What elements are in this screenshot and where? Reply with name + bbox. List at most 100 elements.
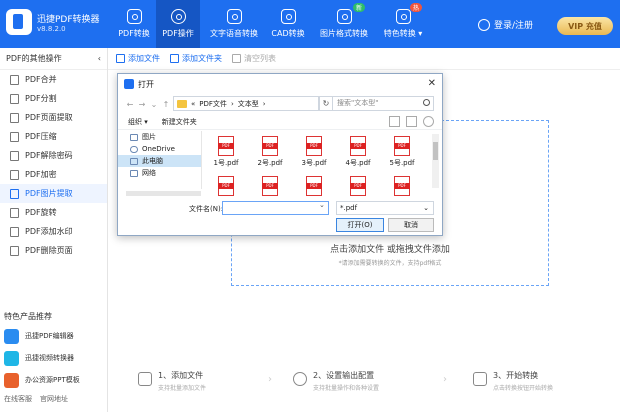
sidebar-item-image-extract[interactable]: PDF图片提取 — [0, 184, 107, 203]
promo-title: 特色产品推荐 — [4, 312, 52, 321]
sidebar-item-merge[interactable]: PDF合并 — [0, 70, 107, 89]
rotate-icon — [10, 207, 19, 218]
step-settings: 2、设置输出配置 支持批量操作和各种设置 — [293, 370, 379, 392]
add-folder-button[interactable]: 添加文件夹 — [170, 53, 222, 64]
open-file-dialog: 打开 ✕ ← → ⌄ ↑ « PDF文件 › 文本型 › ↻ 搜索"文本型" 组… — [117, 73, 443, 236]
convert-icon — [126, 9, 142, 24]
compress-icon — [10, 131, 19, 142]
file-list: 1号.pdf 2号.pdf 3号.pdf 4号.pdf 5号.pdf — [206, 134, 428, 196]
pdf-file-icon — [262, 176, 278, 196]
nav-pdf-convert[interactable]: PDF转换 — [112, 0, 156, 48]
add-file-icon — [116, 54, 125, 63]
app-small-logo-icon — [124, 79, 134, 89]
network-icon — [130, 169, 138, 177]
add-file-button[interactable]: 添加文件 — [116, 53, 160, 64]
close-icon[interactable]: ✕ — [428, 78, 436, 89]
step-convert: 3、开始转换 点击转换按钮开始转换 — [473, 370, 553, 392]
image-icon — [336, 9, 352, 24]
file-toolbar: 添加文件 添加文件夹 清空列表 — [108, 48, 620, 70]
dropzone-hint: 点击添加文件 或拖拽文件添加 — [330, 245, 450, 255]
video-converter-logo-icon — [4, 350, 19, 366]
trash-icon — [232, 54, 241, 63]
file-list-scrollbar[interactable] — [432, 134, 439, 188]
command-bar: 组织 ▾ 新建文件夹 — [118, 114, 442, 130]
sidebar-item-encrypt[interactable]: PDF加密 — [0, 165, 107, 184]
nav-cad-convert[interactable]: CAD转换 — [266, 0, 310, 48]
promo-pdf-editor[interactable]: 迅捷PDF编辑器 — [4, 327, 74, 345]
sidebar-item-remove-password[interactable]: PDF解除密码 — [0, 146, 107, 165]
file-item[interactable] — [294, 176, 334, 198]
nav-special-convert[interactable]: 热 特色转换 ▾ — [378, 0, 428, 48]
sidebar-item-watermark[interactable]: PDF添加水印 — [0, 222, 107, 241]
preview-pane-icon[interactable] — [406, 116, 417, 127]
nav-pane-pictures[interactable]: 图片 — [118, 131, 201, 143]
file-item[interactable] — [250, 176, 290, 198]
filename-input[interactable] — [222, 201, 329, 215]
gear-icon — [170, 9, 186, 24]
nav-text-speech[interactable]: 文字语音转换 — [204, 0, 264, 48]
open-button[interactable]: 打开(O) — [336, 218, 384, 232]
cancel-button[interactable]: 取消 — [388, 218, 434, 232]
scrollbar-thumb[interactable] — [433, 142, 438, 160]
chevron-down-icon[interactable]: ⌄ — [148, 100, 160, 109]
refresh-button[interactable]: ↻ — [319, 96, 333, 111]
convert-step-icon — [473, 372, 487, 386]
app-version: v8.8.2.0 — [37, 25, 66, 33]
forward-arrow-icon[interactable]: → — [136, 100, 148, 109]
new-folder-button[interactable]: 新建文件夹 — [162, 117, 197, 127]
chevron-down-icon: ⌄ — [423, 204, 429, 212]
app-name: 迅捷PDF转换器 — [37, 15, 100, 25]
search-input[interactable]: 搜索"文本型" — [332, 96, 434, 111]
pdf-file-icon — [306, 136, 322, 156]
promo-video-converter[interactable]: 迅捷视频转换器 — [4, 349, 74, 367]
file-item[interactable] — [206, 176, 246, 198]
pdf-file-icon — [350, 136, 366, 156]
pdf-file-icon — [262, 136, 278, 156]
sidebar-item-compress[interactable]: PDF压缩 — [0, 127, 107, 146]
file-item[interactable]: 4号.pdf — [338, 136, 378, 168]
pdf-file-icon — [394, 176, 410, 196]
file-item[interactable]: 2号.pdf — [250, 136, 290, 168]
pdf-file-icon — [350, 176, 366, 196]
cad-icon — [280, 9, 296, 24]
organize-menu[interactable]: 组织 ▾ — [128, 117, 148, 127]
file-item[interactable]: 1号.pdf — [206, 136, 246, 168]
sidebar: PDF的其他操作 ‹ PDF合并 PDF分割 PDF页面提取 PDF压缩 PDF… — [0, 48, 108, 412]
website-link[interactable]: 官网地址 — [40, 394, 68, 404]
nav-pane-onedrive[interactable]: OneDrive — [118, 143, 201, 155]
top-bar: 迅捷PDF转换器 v8.8.2.0 PDF转换 PDF操作 文字语音转换 CAD… — [0, 0, 620, 48]
filetype-select[interactable]: *.pdf ⌄ — [336, 201, 434, 215]
nav-pane-scrollbar[interactable] — [126, 191, 201, 196]
nav-pane-network[interactable]: 网络 — [118, 167, 201, 179]
pdf-file-icon — [306, 176, 322, 196]
chevron-down-icon[interactable]: ⌄ — [319, 201, 325, 209]
file-item[interactable]: 5号.pdf — [382, 136, 422, 168]
sidebar-item-delete-pages[interactable]: PDF删除页面 — [0, 241, 107, 260]
sidebar-header: PDF的其他操作 ‹ — [0, 48, 107, 70]
add-folder-icon — [170, 54, 179, 63]
online-service-link[interactable]: 在线客服 — [4, 394, 32, 404]
add-file-step-icon — [138, 372, 152, 386]
cloud-icon — [130, 145, 138, 153]
back-arrow-icon[interactable]: ← — [124, 100, 136, 109]
sidebar-item-rotate[interactable]: PDF旋转 — [0, 203, 107, 222]
vip-button[interactable]: VIP 充值 — [557, 17, 613, 35]
chevron-left-icon[interactable]: ‹ — [98, 54, 101, 63]
help-icon[interactable] — [423, 116, 434, 127]
promo-ppt-templates[interactable]: 办公资源PPT模板 — [4, 371, 80, 389]
nav-pane-this-pc[interactable]: 此电脑 — [118, 155, 201, 167]
nav-pdf-operate[interactable]: PDF操作 — [156, 0, 200, 48]
address-bar[interactable]: « PDF文件 › 文本型 › — [173, 96, 319, 111]
file-item[interactable]: 3号.pdf — [294, 136, 334, 168]
login-link[interactable]: 登录/注册 — [478, 18, 533, 31]
sidebar-item-split[interactable]: PDF分割 — [0, 89, 107, 108]
file-item[interactable] — [382, 176, 422, 198]
sidebar-item-extract-pages[interactable]: PDF页面提取 — [0, 108, 107, 127]
clear-list-button[interactable]: 清空列表 — [232, 53, 276, 64]
folder-icon — [177, 99, 187, 108]
up-arrow-icon[interactable]: ↑ — [160, 100, 172, 109]
file-item[interactable] — [338, 176, 378, 198]
unlock-icon — [10, 150, 19, 161]
view-options-icon[interactable] — [389, 116, 400, 127]
nav-image-convert[interactable]: 新 图片格式转换 — [316, 0, 372, 48]
